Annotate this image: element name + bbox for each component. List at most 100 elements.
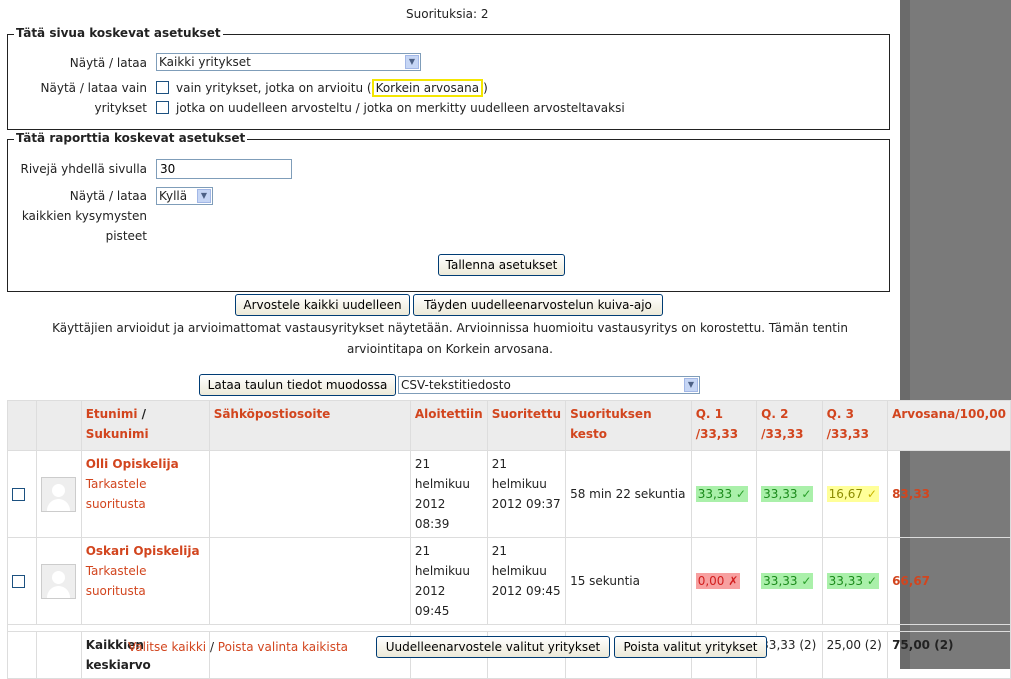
- user-name-link[interactable]: Olli Opiskelija: [86, 457, 179, 471]
- header-grade[interactable]: Arvosana/100,00: [887, 400, 1011, 451]
- marks-label-2: kaikkien kysymysten: [21, 209, 147, 223]
- q2-mark: 33,33 ✓: [761, 486, 814, 502]
- marks-label-3: pisteet: [105, 229, 147, 243]
- info-line-1: Käyttäjien arvioidut ja arvioimattomat v…: [52, 321, 848, 335]
- row-q2-cell[interactable]: 33,33 ✓: [756, 450, 823, 538]
- q3-mark: 16,67 ✓: [826, 486, 879, 502]
- row-grade-cell[interactable]: 66,67: [887, 537, 1011, 625]
- deselect-all-link[interactable]: Poista valinta kaikista: [218, 640, 348, 654]
- header-q2[interactable]: Q. 2/33,33: [756, 400, 823, 451]
- cross-icon: ✗: [728, 574, 739, 588]
- avatar[interactable]: [40, 563, 76, 599]
- row-completed-cell: 21 helmikuu 2012 09:45: [486, 537, 567, 625]
- row-avatar-cell: [35, 537, 82, 625]
- header-started[interactable]: Aloitettiin: [409, 400, 488, 451]
- row-name-cell: Olli Opiskelija Tarkastele suoritusta: [80, 450, 210, 538]
- show-only-label-1: Näytä / lataa vain: [40, 81, 147, 95]
- user-name-link[interactable]: Oskari Opiskelija: [86, 544, 200, 558]
- attempts-select[interactable]: Kaikki yritykset ▼: [156, 53, 421, 71]
- header-picture: [35, 400, 82, 451]
- attempts-count: Suorituksia: 2: [406, 7, 489, 21]
- header-q3[interactable]: Q. 3/33,33: [821, 400, 889, 451]
- check-icon: ✓: [801, 487, 812, 501]
- show-label: Näytä / lataa: [69, 56, 147, 70]
- header-q1[interactable]: Q. 1/33,33: [690, 400, 758, 451]
- row-select-cell: [7, 450, 37, 538]
- dry-run-button[interactable]: Täyden uudelleenarvostelun kuiva-ajo: [413, 294, 663, 316]
- check-icon: ✓: [866, 574, 877, 588]
- check-icon: ✓: [735, 487, 746, 501]
- download-format-select[interactable]: CSV-tekstitiedosto ▼: [398, 376, 700, 394]
- regraded-label: jotka on uudelleen arvosteltu / jotka on…: [176, 101, 625, 115]
- chevron-down-icon: ▼: [197, 189, 211, 203]
- review-attempt-link[interactable]: Tarkastele suoritusta: [86, 564, 147, 598]
- header-email[interactable]: Sähköpostiosoite: [208, 400, 411, 451]
- graded-only-checkbox[interactable]: [156, 81, 169, 94]
- table-row: Olli Opiskelija Tarkastele suoritusta 21 h…: [7, 450, 1011, 538]
- row-q3-cell[interactable]: 16,67 ✓: [821, 450, 889, 538]
- selection-links: Valitse kaikki / Poista valinta kaikista: [128, 640, 349, 654]
- chevron-down-icon: ▼: [684, 378, 698, 392]
- row-email-cell: [208, 450, 411, 538]
- row-q2-cell[interactable]: 33,33 ✓: [756, 537, 823, 625]
- avatar[interactable]: [40, 476, 76, 512]
- row-email-cell: [208, 537, 411, 625]
- marks-select[interactable]: Kyllä ▼: [156, 187, 213, 205]
- marks-select-value: Kyllä: [159, 189, 188, 203]
- row-checkbox[interactable]: [12, 574, 25, 588]
- avg-empty-cell: [7, 631, 37, 679]
- row-select-cell: [7, 537, 37, 625]
- q1-mark: 0,00 ✗: [695, 573, 741, 589]
- sort-firstname-link[interactable]: Etunimi: [86, 407, 138, 421]
- spacer-row: [7, 624, 1011, 632]
- download-button[interactable]: Lataa taulun tiedot muodossa: [199, 374, 396, 396]
- graded-only-label: vain yritykset, jotka on arvioitu (Korke…: [176, 79, 488, 97]
- row-completed-cell: 21 helmikuu 2012 09:37: [486, 450, 567, 538]
- chevron-down-icon: ▼: [405, 55, 419, 69]
- row-grade-cell[interactable]: 83,33: [887, 450, 1011, 538]
- regrade-selected-button[interactable]: Uudelleenarvostele valitut yritykset: [376, 636, 610, 658]
- row-checkbox[interactable]: [12, 487, 25, 501]
- table-header-row: Etunimi / Sukunimi Sähköpostiosoite Aloi…: [7, 400, 1011, 451]
- average-q3: 25,00 (2): [821, 631, 889, 679]
- header-completed[interactable]: Suoritettu: [486, 400, 567, 451]
- q3-mark: 33,33 ✓: [826, 573, 879, 589]
- check-icon: ✓: [801, 574, 812, 588]
- average-grade: 75,00 (2): [887, 631, 1011, 679]
- rows-per-page-label: Rivejä yhdellä sivulla: [20, 162, 147, 176]
- row-q3-cell[interactable]: 33,33 ✓: [821, 537, 889, 625]
- row-avatar-cell: [35, 450, 82, 538]
- grade-link[interactable]: 83,33: [892, 487, 930, 501]
- review-attempt-link[interactable]: Tarkastele suoritusta: [86, 477, 147, 511]
- save-settings-button[interactable]: Tallenna asetukset: [438, 254, 565, 276]
- delete-selected-button[interactable]: Poista valitut yritykset: [614, 636, 767, 658]
- header-name: Etunimi / Sukunimi: [80, 400, 210, 451]
- select-all-link[interactable]: Valitse kaikki: [128, 640, 206, 654]
- info-line-2: arviointitapa on Korkein arvosana.: [347, 342, 553, 356]
- show-only-label-2: yritykset: [94, 101, 147, 115]
- row-q1-cell[interactable]: 33,33 ✓: [690, 450, 758, 538]
- download-format-value: CSV-tekstitiedosto: [401, 378, 511, 392]
- regrade-all-button[interactable]: Arvostele kaikki uudelleen: [235, 294, 410, 316]
- row-duration-cell: 58 min 22 sekuntia: [565, 450, 692, 538]
- q2-mark: 33,33 ✓: [761, 573, 814, 589]
- row-duration-cell: 15 sekuntia: [565, 537, 692, 625]
- regraded-checkbox[interactable]: [156, 101, 169, 114]
- header-select: [7, 400, 37, 451]
- avg-empty-cell: [35, 631, 82, 679]
- row-started-cell: 21 helmikuu 2012 09:45: [409, 537, 488, 625]
- page-settings-legend: Tätä sivua koskevat asetukset: [14, 26, 223, 40]
- grade-link[interactable]: 66,67: [892, 574, 930, 588]
- rows-per-page-input[interactable]: [156, 159, 292, 179]
- marks-label-1: Näytä / lataa: [69, 189, 147, 203]
- row-started-cell: 21 helmikuu 2012 08:39: [409, 450, 488, 538]
- partial-check-icon: ✓: [866, 487, 877, 501]
- attempts-select-value: Kaikki yritykset: [159, 55, 251, 69]
- row-q1-cell[interactable]: 0,00 ✗: [690, 537, 758, 625]
- q1-mark: 33,33 ✓: [695, 486, 748, 502]
- table-row: Oskari Opiskelija Tarkastele suoritusta 2…: [7, 537, 1011, 625]
- report-settings-legend: Tätä raporttia koskevat asetukset: [14, 131, 248, 145]
- row-name-cell: Oskari Opiskelija Tarkastele suoritusta: [80, 537, 210, 625]
- sort-lastname-link[interactable]: Sukunimi: [86, 427, 149, 441]
- header-duration[interactable]: Suorituksen kesto: [565, 400, 692, 451]
